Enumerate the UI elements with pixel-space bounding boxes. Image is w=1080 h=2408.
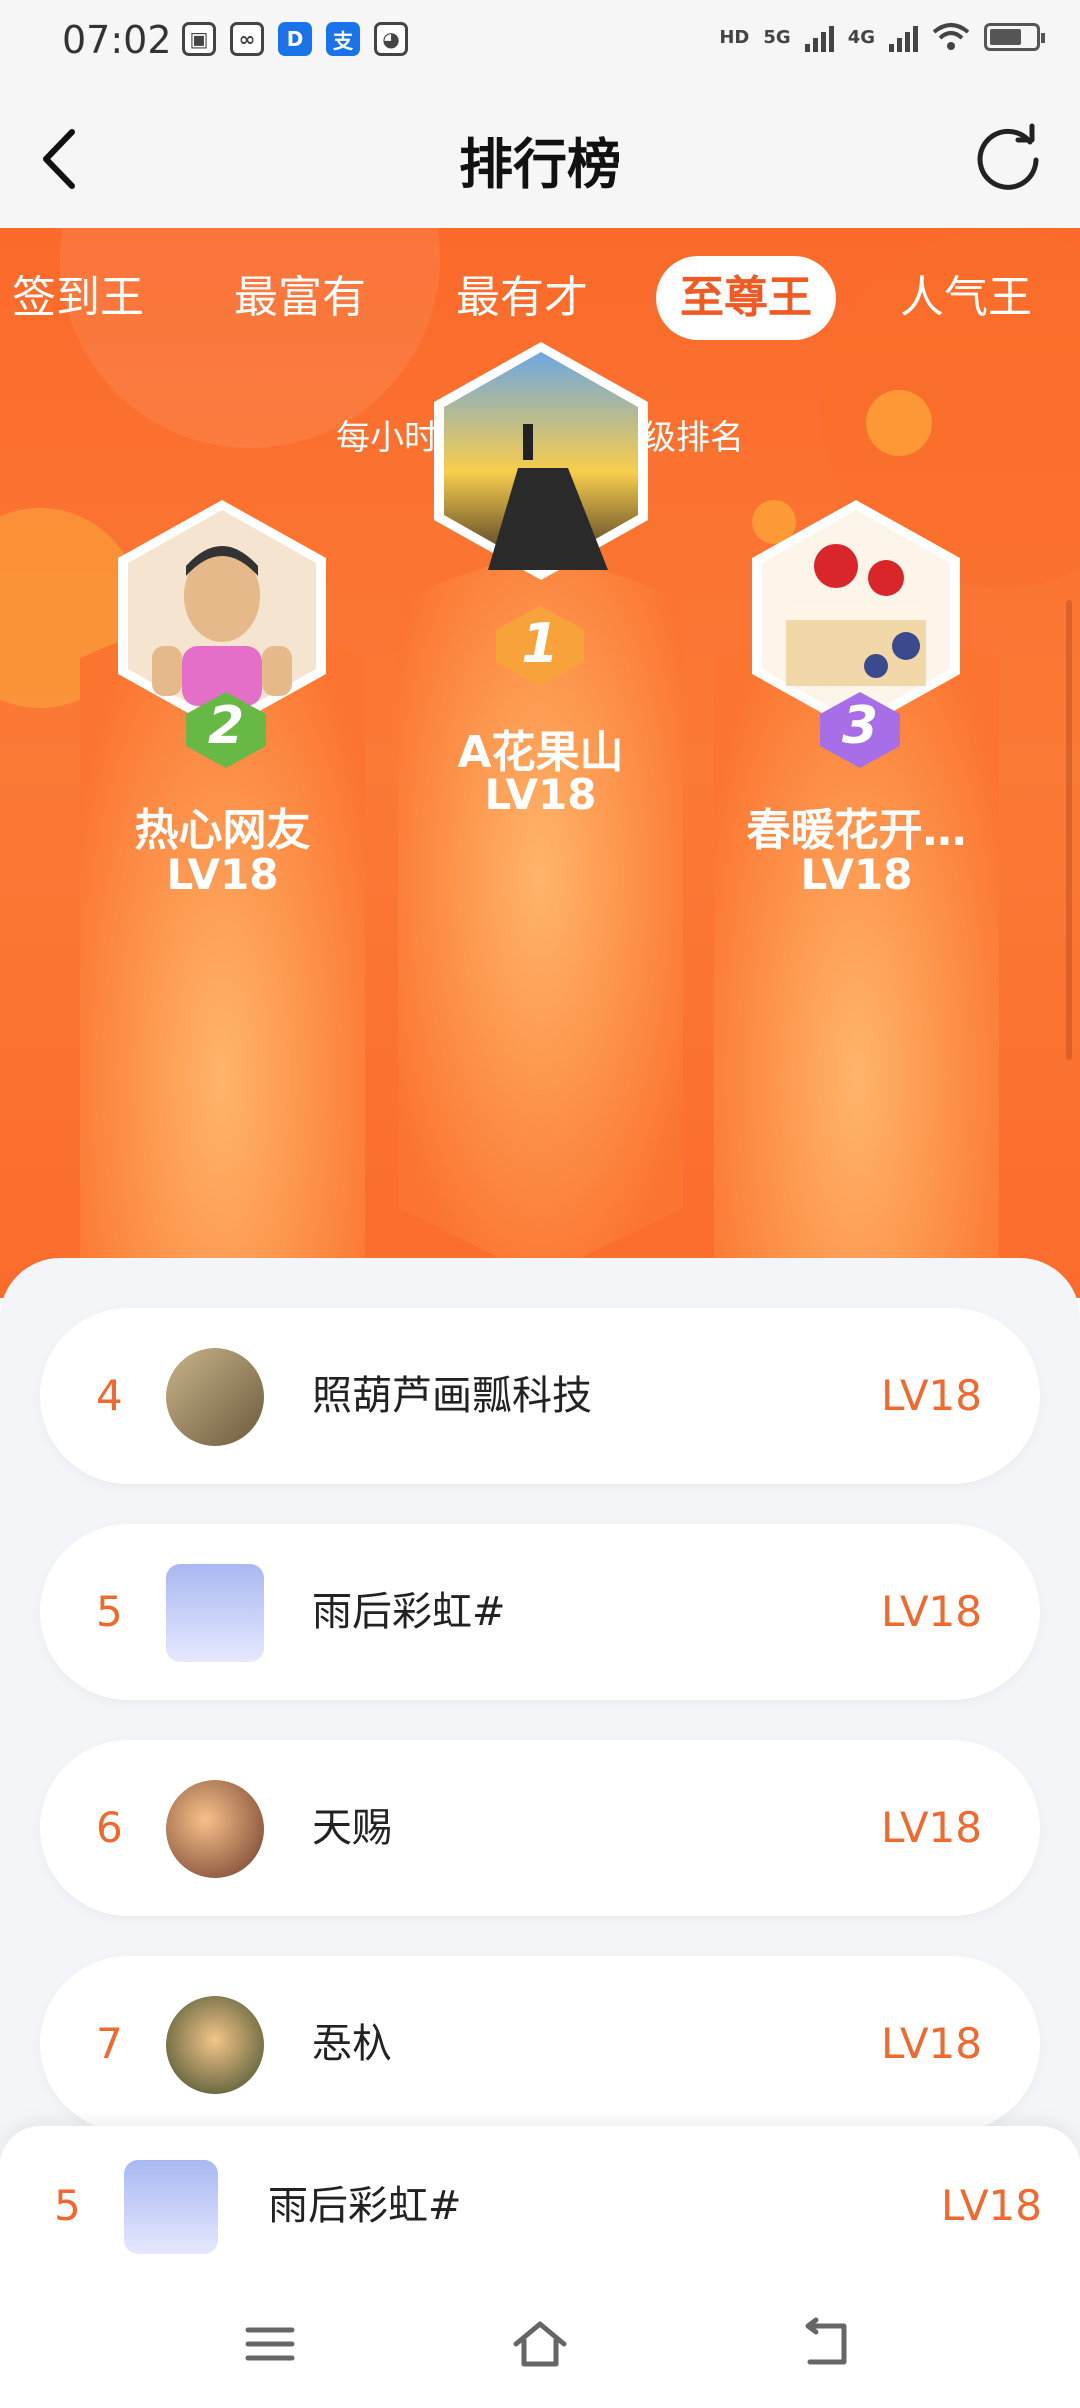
tab-signin-king[interactable]: 签到王 — [12, 256, 144, 340]
signal-5g-icon — [804, 22, 834, 52]
list-item[interactable]: 6 天赐 LV18 — [40, 1740, 1040, 1916]
podium-third[interactable]: 3 春暖花开… LV18 — [714, 500, 999, 1298]
menu-icon[interactable] — [240, 2314, 300, 2374]
rank-number-2: 2 — [207, 696, 245, 756]
alipay-notification-icon: 支 — [326, 22, 360, 56]
system-status-icons: HD 5G 4G — [719, 22, 1045, 52]
leaderboard-hero: 签到王 最富有 最有才 至尊王 人气王 每小时更新一次，等级排名 — [0, 228, 1080, 1298]
list-level: LV18 — [881, 1587, 982, 1636]
rank-number-3: 3 — [841, 696, 879, 756]
list-username: 照葫芦画瓢科技 — [312, 1373, 592, 1419]
list-rank: 5 — [96, 1587, 123, 1636]
my-rank-bar[interactable]: 5 雨后彩虹# LV18 — [0, 2126, 1080, 2286]
header: 排行榜 — [0, 84, 1080, 228]
d-app-notification-icon: D — [278, 22, 312, 56]
podium-first[interactable]: 1 A花果山 LV18 — [398, 342, 683, 1298]
tab-popularity-king[interactable]: 人气王 — [900, 256, 1032, 340]
my-username: 雨后彩虹# — [268, 2183, 462, 2229]
list-username: 天赐 — [312, 1805, 392, 1851]
signal-4g-icon — [889, 22, 918, 52]
list-item[interactable]: 4 照葫芦画瓢科技 LV18 — [40, 1308, 1040, 1484]
list-item[interactable]: 7 忢杁 LV18 — [40, 1956, 1040, 2132]
hd-label: HD — [719, 26, 750, 48]
system-navigation-bar — [0, 2286, 1080, 2408]
list-level: LV18 — [881, 2019, 982, 2068]
list-rank: 4 — [96, 1371, 123, 1420]
list-level: LV18 — [881, 1803, 982, 1852]
my-level: LV18 — [941, 2181, 1042, 2230]
list-item[interactable]: 5 雨后彩虹# LV18 — [40, 1524, 1040, 1700]
avatar[interactable] — [166, 1564, 264, 1662]
page-title: 排行榜 — [459, 133, 621, 196]
podium-first-level: LV18 — [484, 770, 597, 819]
back-nav-icon[interactable] — [796, 2314, 856, 2374]
avatar[interactable] — [166, 1348, 264, 1446]
podium-third-level: LV18 — [800, 850, 913, 899]
scrollbar[interactable] — [1066, 600, 1072, 1060]
podium-second-level: LV18 — [166, 850, 279, 899]
wifi-icon — [932, 23, 970, 50]
category-tabs: 签到王 最富有 最有才 至尊王 人气王 — [0, 256, 1080, 346]
cat-notification-icon: ◕ — [374, 22, 408, 56]
app-notification-icon: ▣ — [182, 22, 216, 56]
refresh-icon[interactable] — [972, 120, 1044, 192]
list-level: LV18 — [881, 1371, 982, 1420]
notification-icons: ▣ ∞ D 支 ◕ — [182, 22, 408, 56]
list-rank: 6 — [96, 1803, 123, 1852]
rank-number-1: 1 — [521, 612, 559, 675]
podium-third-name: 春暖花开… — [746, 805, 967, 856]
ranking-list: 4 照葫芦画瓢科技 LV18 5 雨后彩虹# LV18 6 天赐 LV18 7 … — [0, 1258, 1080, 2158]
network-5g-label: 5G — [763, 26, 791, 48]
avatar-sunset-mountain[interactable] — [428, 338, 654, 584]
tab-supreme-king[interactable]: 至尊王 — [656, 256, 836, 340]
avatar[interactable] — [166, 1780, 264, 1878]
home-icon[interactable] — [510, 2314, 570, 2374]
list-rank: 7 — [96, 2019, 123, 2068]
tab-most-talented[interactable]: 最有才 — [456, 256, 588, 340]
battery-icon — [984, 23, 1045, 51]
list-username: 忢杁 — [312, 2021, 392, 2067]
avatar[interactable] — [166, 1996, 264, 2094]
my-avatar[interactable] — [124, 2160, 218, 2254]
tab-richest[interactable]: 最富有 — [234, 256, 366, 340]
list-username: 雨后彩虹# — [312, 1589, 506, 1635]
status-time: 07:02 — [62, 18, 172, 62]
podium-second-name: 热心网友 — [134, 805, 311, 856]
status-bar: 07:02 ▣ ∞ D 支 ◕ HD 5G 4G — [0, 0, 1080, 84]
podium-second[interactable]: 2 热心网友 LV18 — [80, 500, 365, 1298]
network-4g-label: 4G — [847, 26, 875, 48]
ribbon-notification-icon: ∞ — [230, 22, 264, 56]
my-rank: 5 — [54, 2181, 81, 2230]
